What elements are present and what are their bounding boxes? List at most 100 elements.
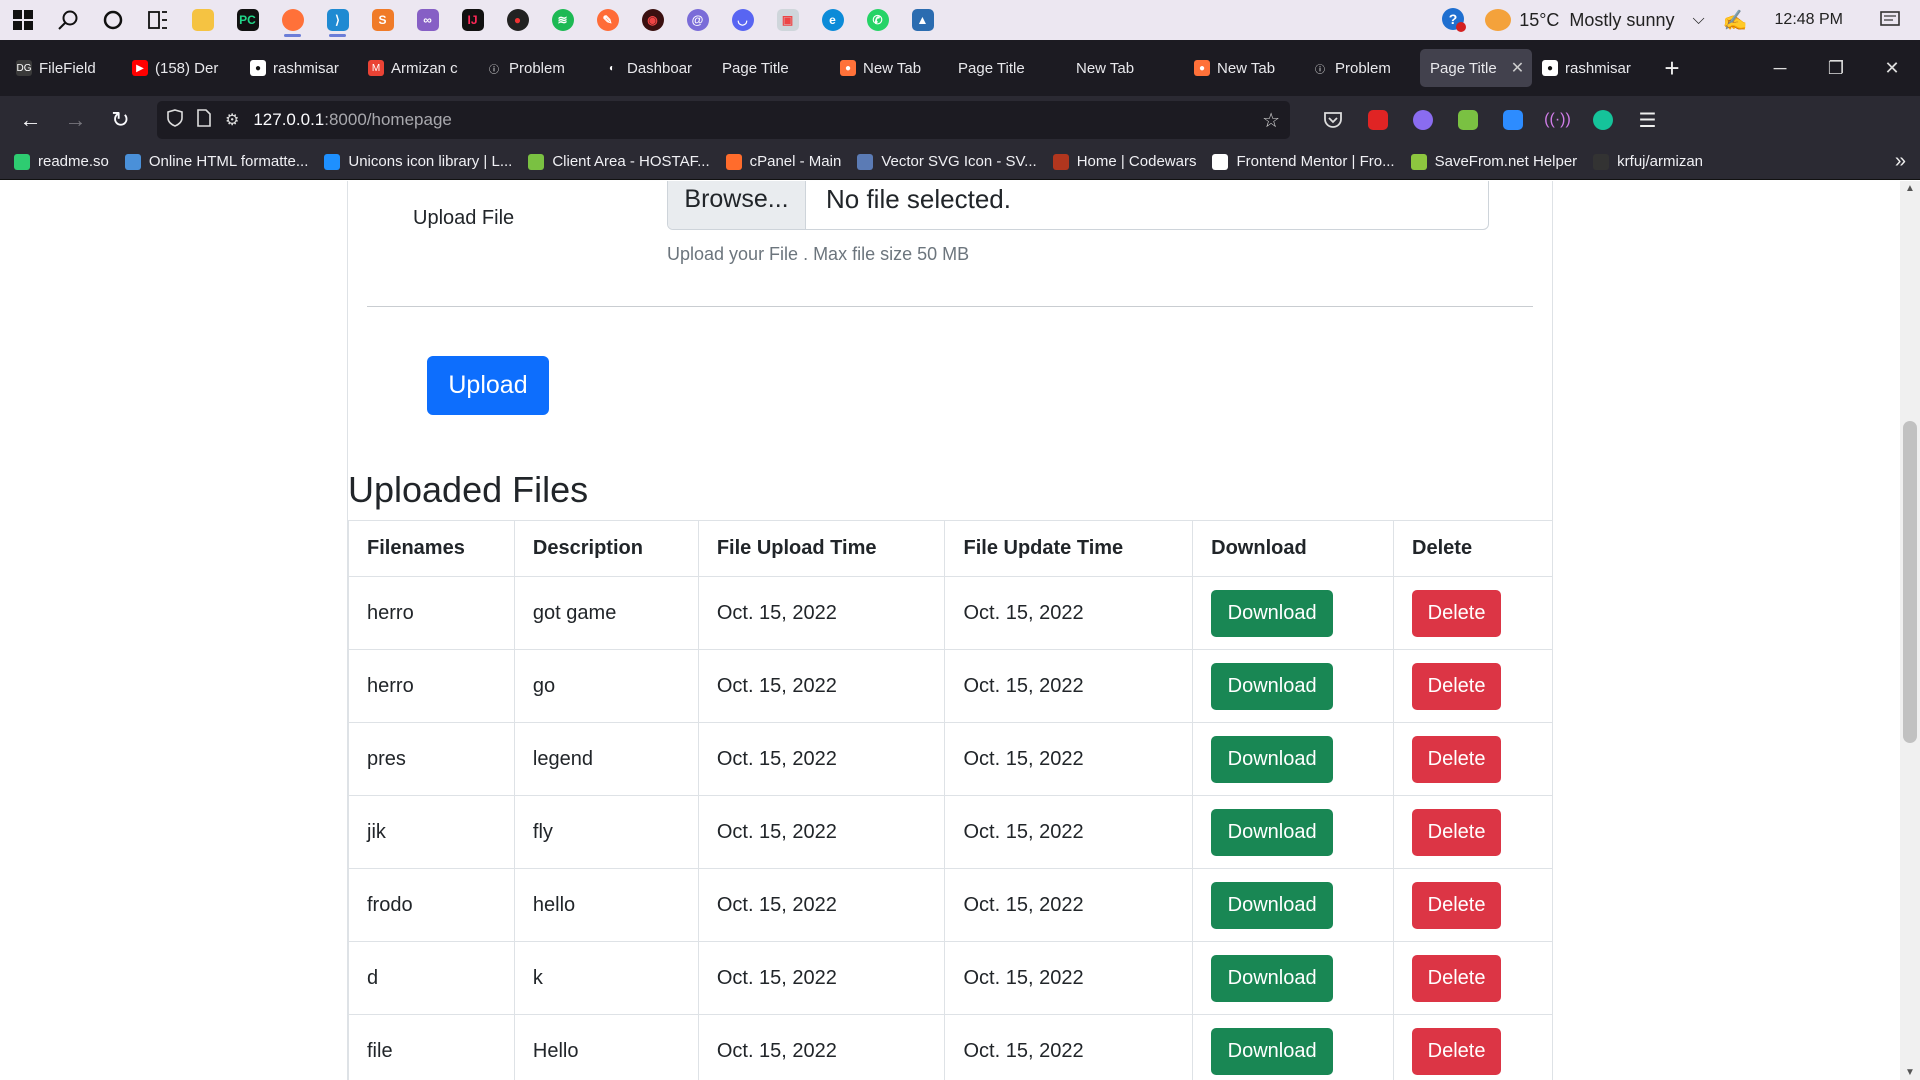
download-helper-icon[interactable] xyxy=(1445,108,1490,133)
delete-button[interactable]: Delete xyxy=(1412,662,1502,710)
bookmark-item[interactable]: Unicons icon library | L... xyxy=(324,153,512,170)
bookmark-item[interactable]: Online HTML formatte... xyxy=(124,153,308,170)
chevron-up-icon[interactable]: ⌵ xyxy=(1692,11,1704,29)
visual-studio-icon[interactable]: ∞ xyxy=(405,0,450,40)
restore-icon[interactable]: ❐ xyxy=(1808,58,1864,79)
task-view-icon[interactable] xyxy=(135,0,180,40)
browser-tab[interactable]: ● rashmisar xyxy=(1532,49,1652,87)
browser-tab[interactable]: New Tab xyxy=(1066,49,1184,87)
delete-button[interactable]: Delete xyxy=(1412,954,1502,1002)
page-info-icon[interactable] xyxy=(197,108,211,132)
pen-icon[interactable]: ✍ xyxy=(1723,8,1748,33)
bookmark-item[interactable]: Vector SVG Icon - SV... xyxy=(857,153,1037,170)
grammarly-icon[interactable] xyxy=(1580,108,1625,133)
clock[interactable]: 12:48 PM xyxy=(1775,11,1843,29)
bookmark-label: Vector SVG Icon - SV... xyxy=(881,153,1037,170)
url-bar[interactable]: ⚙ 127.0.0.1:8000/homepage ☆ xyxy=(157,101,1290,139)
tab-label: Dashboar xyxy=(627,59,693,77)
browser-tab[interactable]: ⓘ Problem xyxy=(476,49,594,87)
davinci-icon[interactable]: ◉ xyxy=(630,0,675,40)
close-window-icon[interactable]: ✕ xyxy=(1864,58,1920,79)
bookmark-item[interactable]: readme.so xyxy=(14,153,109,170)
firefox-icon[interactable] xyxy=(270,0,315,40)
tab-label: (158) Der xyxy=(155,59,219,77)
delete-button[interactable]: Delete xyxy=(1412,589,1502,637)
download-button[interactable]: Download xyxy=(1211,1027,1334,1075)
bookmark-item[interactable]: krfuj/armizan xyxy=(1593,153,1703,170)
file-input[interactable]: Browse... No file selected. xyxy=(667,181,1489,230)
help-icon[interactable]: ? xyxy=(1441,7,1467,33)
browser-tab[interactable]: ● New Tab xyxy=(830,49,948,87)
pycharm-icon[interactable]: PC xyxy=(225,0,270,40)
edge-icon[interactable]: e xyxy=(810,0,855,40)
scroll-up-icon[interactable]: ▲ xyxy=(1900,183,1920,194)
whatsapp-icon[interactable]: ✆ xyxy=(855,0,900,40)
permissions-icon[interactable]: ⚙ xyxy=(225,110,239,130)
new-tab-button[interactable]: + xyxy=(1652,53,1692,84)
download-button[interactable]: Download xyxy=(1211,735,1334,783)
tab-favicon-icon: M xyxy=(368,60,384,76)
scroll-down-icon[interactable]: ▼ xyxy=(1900,1067,1920,1078)
cast-extension-icon[interactable]: ((·)) xyxy=(1535,108,1580,133)
bookmark-item[interactable]: cPanel - Main xyxy=(725,153,841,170)
postman-icon[interactable]: ✎ xyxy=(585,0,630,40)
browser-tab[interactable]: ● New Tab xyxy=(1184,49,1302,87)
obs-icon[interactable]: ● xyxy=(495,0,540,40)
reload-icon[interactable]: ↻ xyxy=(98,107,143,133)
browser-tab[interactable]: ▶ (158) Der xyxy=(122,49,240,87)
browser-tab[interactable]: ◐ Dashboar xyxy=(594,49,712,87)
minimize-icon[interactable]: ─ xyxy=(1752,58,1808,79)
header-filenames: Filenames xyxy=(348,520,515,577)
bookmark-item[interactable]: Client Area - HOSTAF... xyxy=(528,153,710,170)
extension-purple-icon[interactable] xyxy=(1400,108,1445,133)
browser-tab[interactable]: Page Title ✕ xyxy=(1420,49,1532,87)
intellij-icon[interactable]: IJ xyxy=(450,0,495,40)
delete-button[interactable]: Delete xyxy=(1412,1027,1502,1075)
page-scrollbar[interactable]: ▲ ▼ xyxy=(1900,181,1920,1080)
app-swirl-icon[interactable]: @ xyxy=(675,0,720,40)
zoom-extension-icon[interactable] xyxy=(1490,108,1535,133)
delete-button[interactable]: Delete xyxy=(1412,808,1502,856)
download-button[interactable]: Download xyxy=(1211,881,1334,929)
windows-start-icon[interactable] xyxy=(0,0,45,40)
bookmark-star-icon[interactable]: ☆ xyxy=(1262,108,1280,133)
delete-button[interactable]: Delete xyxy=(1412,735,1502,783)
tab-close-icon[interactable]: ✕ xyxy=(1511,58,1524,78)
browse-button[interactable]: Browse... xyxy=(668,181,806,229)
download-button[interactable]: Download xyxy=(1211,662,1334,710)
forward-icon[interactable]: → xyxy=(53,107,98,133)
vscode-icon[interactable]: ⟩ xyxy=(315,0,360,40)
bookmark-item[interactable]: SaveFrom.net Helper xyxy=(1410,153,1577,170)
back-icon[interactable]: ← xyxy=(8,107,53,133)
bookmark-item[interactable]: Home | Codewars xyxy=(1052,153,1196,170)
search-icon[interactable] xyxy=(45,0,90,40)
spotify-icon[interactable]: ≋ xyxy=(540,0,585,40)
file-explorer-icon[interactable] xyxy=(180,0,225,40)
cortana-icon[interactable] xyxy=(90,0,135,40)
scrollbar-thumb[interactable] xyxy=(1903,421,1917,743)
notifications-icon[interactable] xyxy=(1880,11,1900,29)
discord-icon[interactable]: ◡ xyxy=(720,0,765,40)
download-button[interactable]: Download xyxy=(1211,808,1334,856)
download-button[interactable]: Download xyxy=(1211,954,1334,1002)
pocket-icon[interactable] xyxy=(1310,108,1355,133)
weather-text: Mostly sunny xyxy=(1569,9,1675,30)
browser-tab[interactable]: ⓘ Problem xyxy=(1302,49,1420,87)
upload-button[interactable]: Upload xyxy=(427,356,549,415)
weather-widget[interactable]: 15°C Mostly sunny xyxy=(1485,9,1674,31)
bookmarks-overflow-icon[interactable]: » xyxy=(1895,150,1906,173)
bookmark-item[interactable]: Frontend Mentor | Fro... xyxy=(1212,153,1395,170)
tracking-shield-icon[interactable] xyxy=(167,108,183,132)
browser-tab[interactable]: M Armizan c xyxy=(358,49,476,87)
sublime-icon[interactable]: S xyxy=(360,0,405,40)
delete-button[interactable]: Delete xyxy=(1412,881,1502,929)
paint-icon[interactable]: ▣ xyxy=(765,0,810,40)
menu-icon[interactable]: ☰ xyxy=(1625,108,1670,133)
browser-tab[interactable]: DG FileField xyxy=(6,49,122,87)
download-button[interactable]: Download xyxy=(1211,589,1334,637)
browser-tab[interactable]: Page Title xyxy=(948,49,1066,87)
browser-tab[interactable]: Page Title xyxy=(712,49,830,87)
adblock-extension-icon[interactable] xyxy=(1355,108,1400,133)
browser-tab[interactable]: ● rashmisar xyxy=(240,49,358,87)
photos-icon[interactable]: ▲ xyxy=(900,0,945,40)
